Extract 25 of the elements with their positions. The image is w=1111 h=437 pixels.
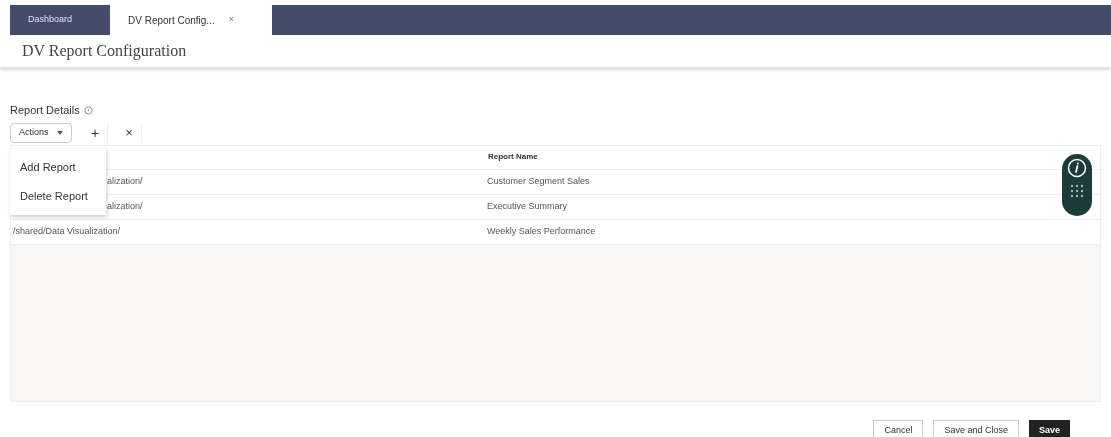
column-header: Report Name [487, 151, 538, 163]
help-icon [83, 105, 93, 115]
table-cell: alization/ [107, 200, 143, 211]
caret-icon [56, 130, 63, 135]
table-cell-text: Executive Summary [487, 199, 568, 213]
page-title: DV Report Configuration [22, 41, 187, 62]
tab-label: Dashboard [28, 13, 73, 27]
table-cell-text: Weekly Sales Performance [487, 224, 596, 238]
table-cell-text: Customer Segment Sales [487, 174, 590, 188]
menu-item[interactable]: Delete Report [10, 182, 106, 211]
footer-button[interactable]: Cancel [873, 420, 924, 437]
footer-button[interactable]: Save [1028, 420, 1070, 437]
menu-item[interactable]: Add Report [10, 153, 106, 182]
grid-icon[interactable] [1070, 184, 1084, 198]
add-button[interactable]: + [83, 122, 108, 143]
footer-button[interactable]: Save and Close [933, 420, 1019, 437]
tab-label: DV Report Config... [128, 13, 215, 28]
info-icon[interactable] [1067, 158, 1087, 178]
delete-button[interactable]: × [117, 122, 142, 143]
table-cell: alization/ [107, 175, 143, 186]
section-title: Report Details [10, 103, 80, 118]
table-cell: /shared/Data Visualization/ [13, 225, 120, 236]
actions-button[interactable]: Actions [10, 122, 72, 143]
close-icon[interactable]: × [228, 13, 234, 27]
tab[interactable]: DV Report Config... × [110, 5, 272, 35]
